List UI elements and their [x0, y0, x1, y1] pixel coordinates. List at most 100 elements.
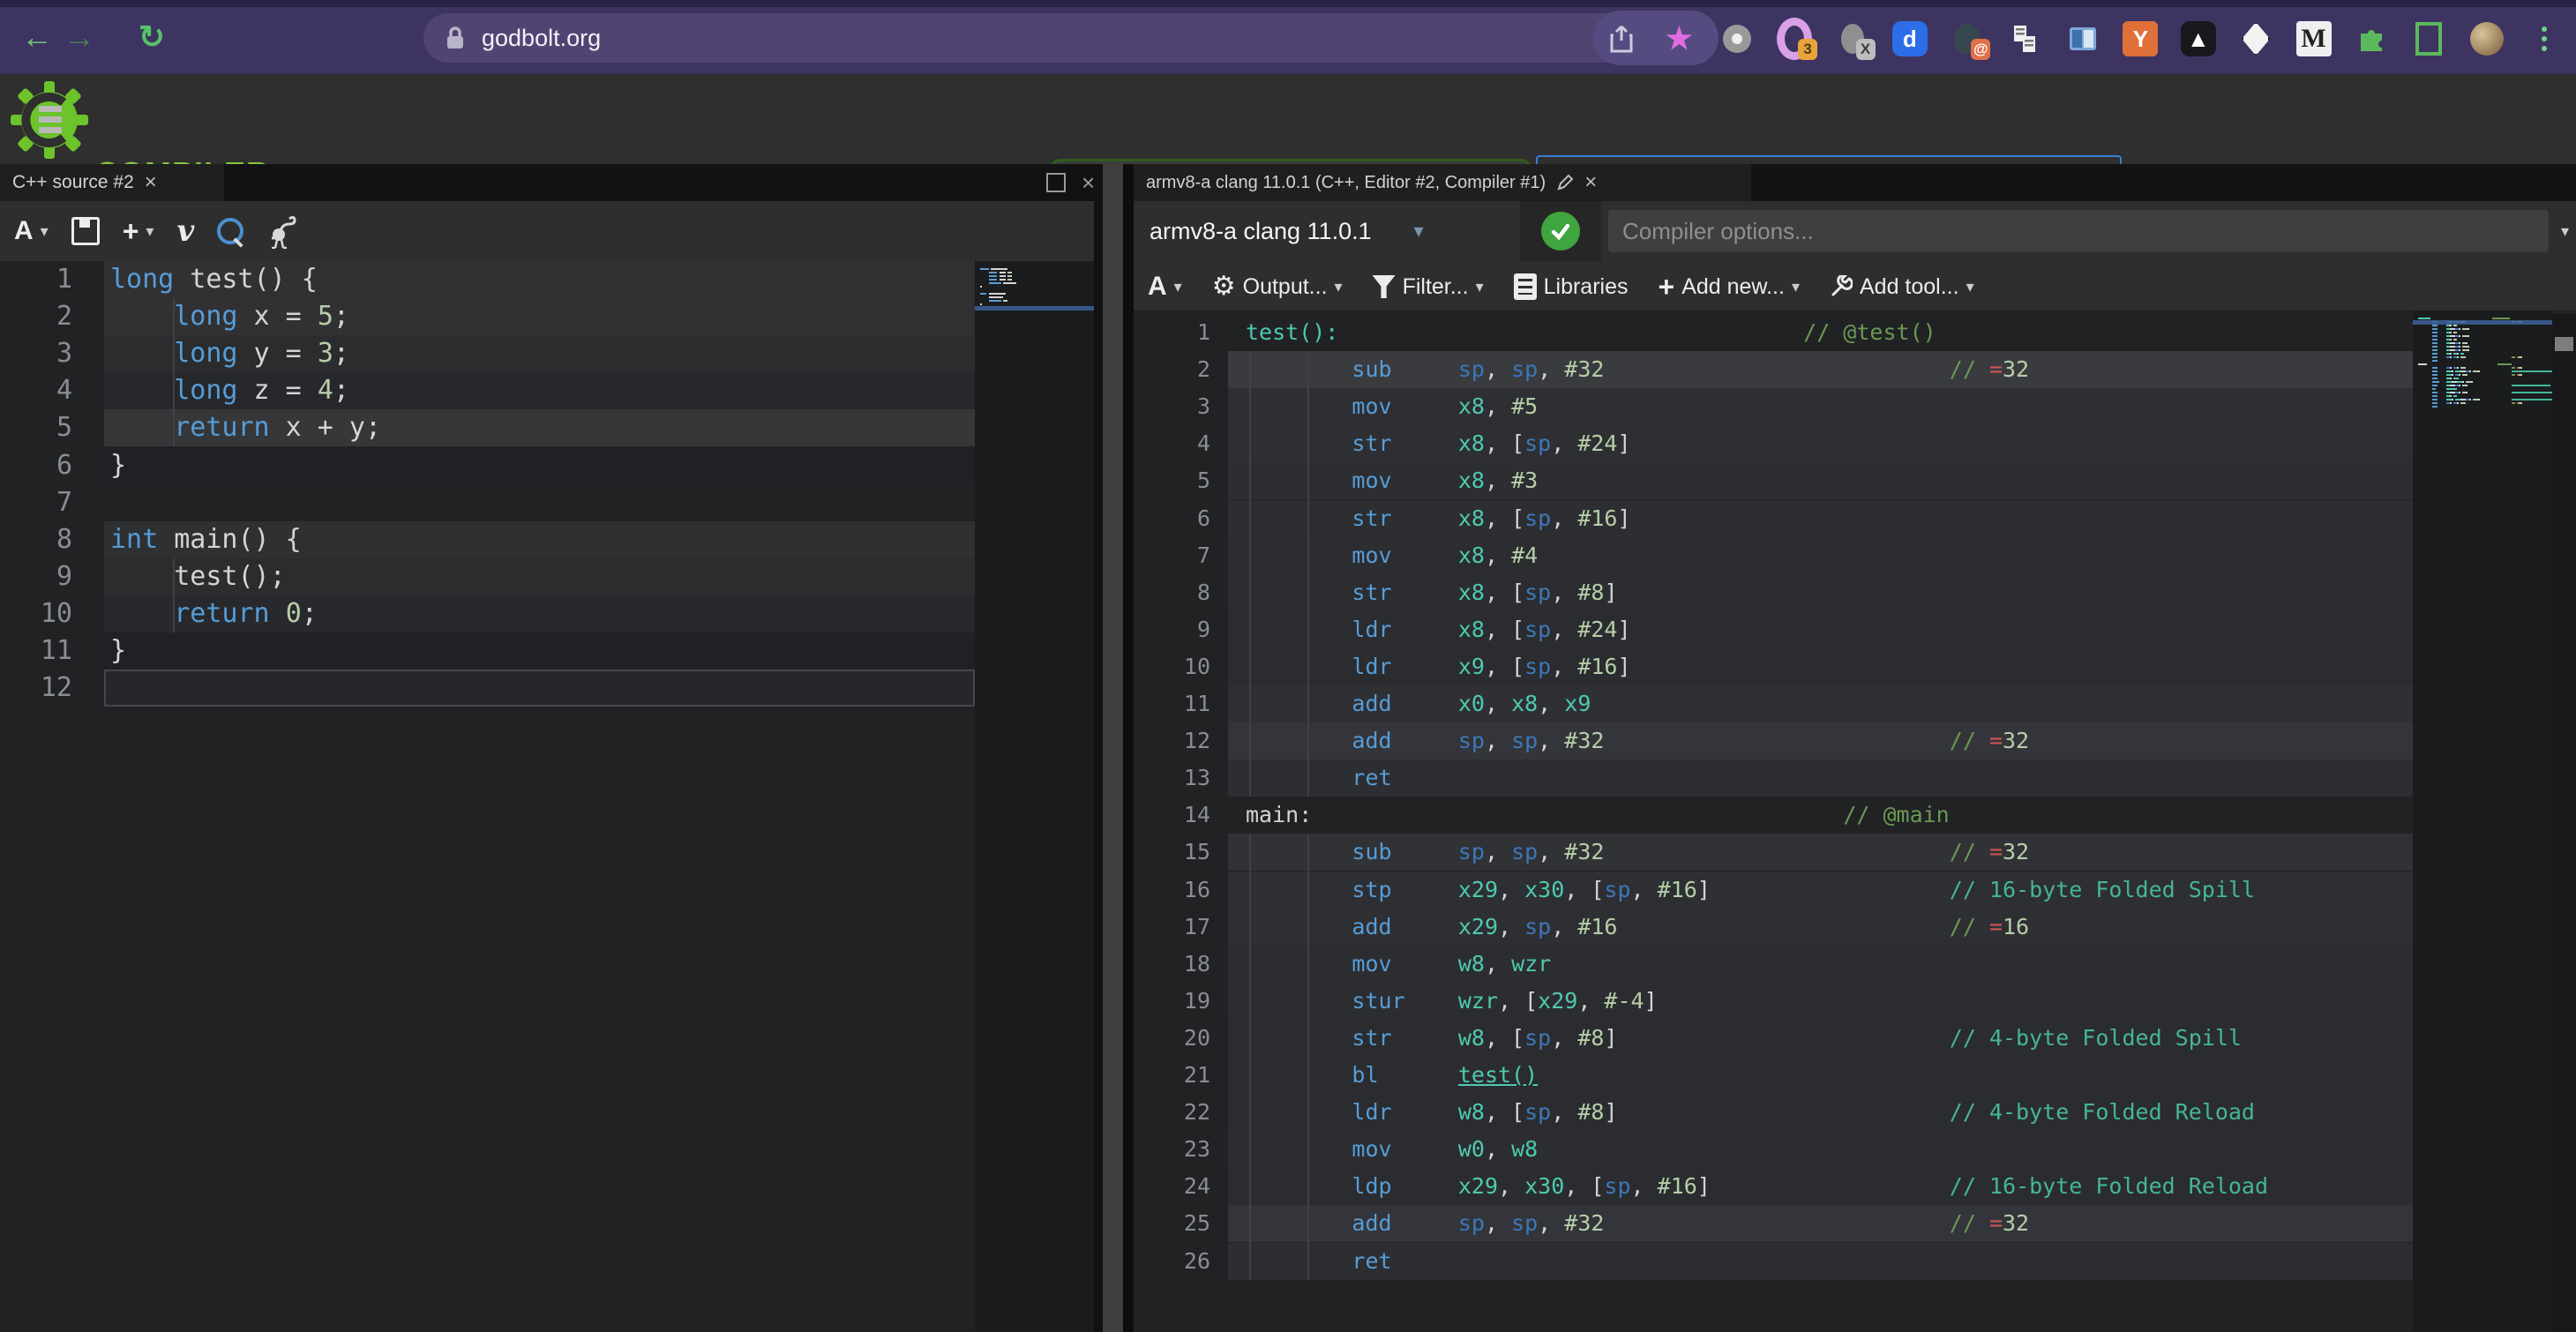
pane-divider-handle[interactable] — [1103, 164, 1123, 1332]
source-line[interactable]: long z = 4; — [110, 372, 349, 409]
gray-x-icon[interactable]: X — [1835, 21, 1870, 56]
add-tool-button[interactable]: Add tool...▾ — [1830, 274, 1974, 300]
source-line[interactable]: long test() { — [110, 261, 318, 298]
line-number: 6 — [1134, 500, 1210, 537]
asm-line[interactable]: ldr w8, [sp, #8] // 4-byte Folded Reload — [1246, 1094, 2255, 1131]
camera-icon[interactable] — [1719, 21, 1755, 56]
add-source-button[interactable]: +▾ — [123, 220, 154, 243]
asm-line[interactable]: ldr x8, [sp, #24] — [1246, 611, 1631, 648]
upload-arrow-icon[interactable]: ▲ — [2181, 21, 2216, 56]
font-size-button[interactable]: A▾ — [1148, 272, 1182, 302]
line-number: 17 — [1134, 909, 1210, 946]
browser-extensions-row: ★ 3 X d @ Y ▲ M — [1604, 19, 2562, 58]
duckduckgo-at-icon[interactable]: @ — [1950, 21, 1985, 56]
asm-line[interactable]: add x29, sp, #16 // =16 — [1246, 909, 2029, 946]
line-number: 26 — [1134, 1243, 1210, 1280]
refresh-icon[interactable]: ↻ — [127, 12, 176, 62]
maximize-icon[interactable] — [1046, 173, 1066, 192]
asm-line[interactable]: add sp, sp, #32 // =32 — [1246, 722, 2029, 760]
output-button[interactable]: ⚙Output...▾ — [1212, 273, 1343, 300]
notes-icon[interactable] — [2008, 21, 2043, 56]
close-icon[interactable]: × — [1584, 170, 1597, 195]
quick-bench-button[interactable] — [266, 213, 296, 249]
assembly-output-editor[interactable]: 1test(): // @test()2 sub sp, sp, #32 // … — [1134, 311, 2576, 1332]
tab-title: C++ source #2 — [12, 172, 134, 193]
cpp-insights-button[interactable] — [217, 218, 243, 244]
rename-pencil-icon[interactable] — [1556, 174, 1574, 191]
add-new-button[interactable]: +Add new...▾ — [1659, 274, 1800, 300]
asm-line[interactable]: sub sp, sp, #32 // =32 — [1246, 351, 2029, 388]
green-frame-icon[interactable] — [2411, 21, 2446, 56]
tab-title: armv8-a clang 11.0.1 (C++, Editor #2, Co… — [1146, 173, 1546, 193]
scrollbar-track[interactable] — [2552, 314, 2576, 1332]
source-line[interactable]: } — [110, 447, 126, 484]
source-line[interactable]: long y = 3; — [110, 335, 349, 372]
minimap[interactable] — [2413, 311, 2552, 1332]
merriam-m-icon[interactable]: M — [2296, 21, 2332, 56]
avatar[interactable] — [2469, 21, 2505, 56]
compiler-selector[interactable]: armv8-a clang 11.0.1 ▾ — [1134, 218, 1520, 245]
minimap-viewport-highlight — [2413, 320, 2552, 325]
puzzle-icon[interactable] — [2354, 21, 2389, 56]
vim-mode-button[interactable]: v — [176, 213, 194, 249]
scrollbar-thumb[interactable] — [2555, 337, 2573, 351]
font-size-button[interactable]: A▾ — [14, 216, 49, 246]
asm-line[interactable]: ldp x29, x30, [sp, #16] // 16-byte Folde… — [1246, 1168, 2268, 1205]
source-line[interactable]: } — [110, 632, 126, 670]
close-icon[interactable]: × — [145, 170, 157, 195]
tab-source-editor[interactable]: C++ source #2 × — [0, 164, 224, 201]
pane-gap — [1094, 164, 1103, 1332]
url-text: godbolt.org — [482, 25, 601, 52]
y-combinator-icon[interactable]: Y — [2123, 21, 2158, 56]
asm-line[interactable]: mov w8, wzr — [1246, 946, 1551, 983]
line-number: 6 — [0, 447, 72, 484]
asm-line[interactable]: main: // @main — [1246, 797, 1950, 834]
compiler-options-input[interactable]: Compiler options... — [1608, 210, 2549, 252]
asm-line[interactable]: str x8, [sp, #16] — [1246, 500, 1631, 537]
wrench-icon — [1830, 275, 1853, 298]
tab-compiler-output[interactable]: armv8-a clang 11.0.1 (C++, Editor #2, Co… — [1134, 164, 1751, 201]
asm-line[interactable]: mov x8, #4 — [1246, 537, 1538, 574]
asm-line[interactable]: ret — [1246, 1243, 1458, 1280]
asm-line[interactable]: ldr x9, [sp, #16] — [1246, 648, 1631, 685]
asm-line[interactable]: mov x8, #3 — [1246, 462, 1538, 499]
chevron-down-icon: ▾ — [1792, 278, 1800, 296]
diamond-icon[interactable] — [2238, 21, 2273, 56]
source-line[interactable]: test(); — [110, 558, 286, 595]
asm-line[interactable]: str x8, [sp, #24] — [1246, 425, 1631, 462]
asm-line[interactable]: mov w0, w8 — [1246, 1131, 1538, 1168]
asm-line[interactable]: ret — [1246, 760, 1458, 797]
asm-line[interactable]: add x0, x8, x9 — [1246, 685, 1591, 722]
menu-dots-icon[interactable] — [2527, 21, 2562, 56]
share-icon[interactable] — [1604, 21, 1639, 56]
source-line[interactable]: return x + y; — [110, 409, 381, 446]
minimap[interactable] — [975, 261, 1094, 1332]
forward-icon[interactable]: → — [55, 12, 104, 62]
blue-d-icon[interactable]: d — [1892, 21, 1928, 56]
libraries-button[interactable]: Libraries — [1514, 273, 1629, 300]
asm-line[interactable]: str x8, [sp, #8] — [1246, 574, 1618, 611]
close-pane-icon[interactable]: × — [1082, 175, 1095, 191]
source-editor[interactable]: 1long test() {2 long x = 5;3 long y = 3;… — [0, 261, 1103, 1332]
source-line[interactable]: long x = 5; — [110, 298, 349, 335]
source-line[interactable]: int main() { — [110, 521, 302, 558]
bookmark-star-icon[interactable]: ★ — [1661, 21, 1696, 56]
asm-line[interactable]: stp x29, x30, [sp, #16] // 16-byte Folde… — [1246, 872, 2255, 909]
asm-line[interactable]: bl test() — [1246, 1057, 1538, 1094]
chevron-down-icon[interactable]: ▾ — [2561, 222, 2569, 241]
pink-ring-3-icon[interactable]: 3 — [1777, 21, 1812, 56]
line-number: 1 — [1134, 314, 1210, 351]
indent-guide — [1249, 351, 1251, 797]
compiler-output-toolbar: A▾ ⚙Output...▾ Filter...▾ Libraries +Add… — [1134, 261, 2576, 312]
asm-line[interactable]: sub sp, sp, #32 // =32 — [1246, 834, 2029, 871]
blue-window-icon[interactable] — [2065, 21, 2100, 56]
asm-line[interactable]: str w8, [sp, #8] // 4-byte Folded Spill — [1246, 1020, 2242, 1057]
address-bar[interactable]: godbolt.org — [423, 13, 1637, 63]
filter-button[interactable]: Filter...▾ — [1373, 274, 1484, 300]
line-number: 7 — [1134, 537, 1210, 574]
asm-line[interactable]: add sp, sp, #32 // =32 — [1246, 1205, 2029, 1242]
asm-line[interactable]: mov x8, #5 — [1246, 388, 1538, 425]
save-button[interactable] — [71, 217, 100, 245]
asm-line[interactable]: test(): // @test() — [1246, 314, 1936, 351]
source-line[interactable]: return 0; — [110, 595, 318, 632]
